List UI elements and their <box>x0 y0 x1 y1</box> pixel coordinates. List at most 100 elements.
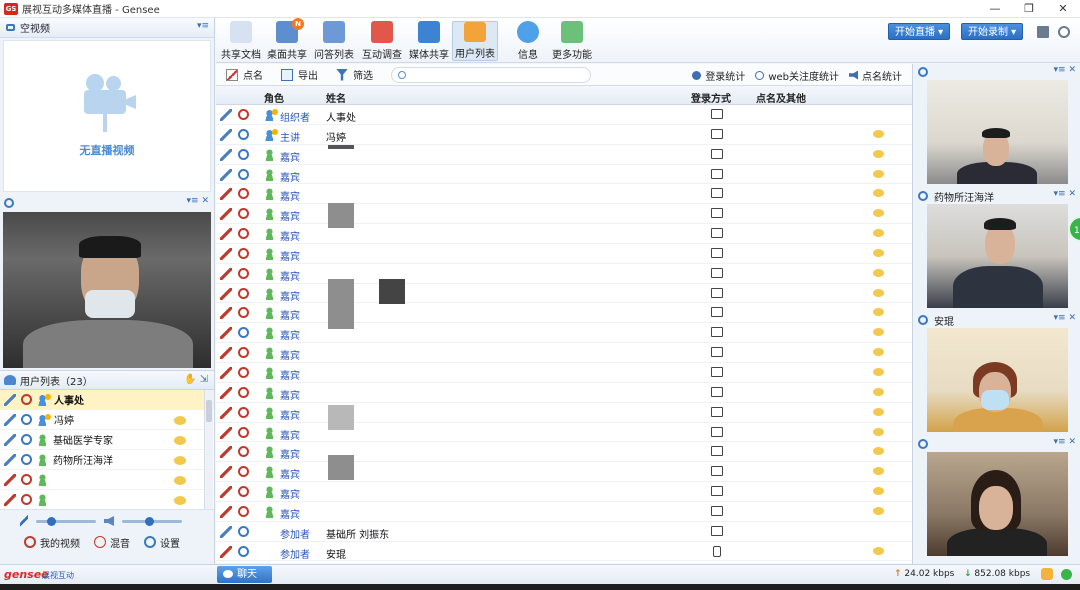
list-item[interactable] <box>0 490 214 509</box>
col-role[interactable]: 角色 <box>264 90 284 105</box>
annotate-pen-icon[interactable] <box>220 247 232 260</box>
export-button[interactable]: 导出 <box>281 67 318 82</box>
chat-bubble-icon[interactable] <box>873 248 884 257</box>
annotate-pen-icon[interactable] <box>220 109 232 121</box>
annotate-pen-icon[interactable] <box>220 466 232 479</box>
table-row[interactable]: 参加者 安琨 <box>216 542 912 562</box>
login-stats-link[interactable]: 登录统计 <box>692 68 745 83</box>
annotate-pen-icon[interactable] <box>220 366 232 379</box>
webcam-icon[interactable] <box>238 228 249 240</box>
toolbar-document-button[interactable]: 共享文档 <box>218 21 264 61</box>
microphone-icon[interactable] <box>20 515 28 527</box>
webcam-icon[interactable] <box>238 406 249 418</box>
webcam-icon[interactable] <box>238 525 249 537</box>
tile-controls-icon[interactable]: ▾≡ ✕ <box>1054 313 1076 323</box>
toolbar-info-button[interactable]: 信息 <box>505 21 551 61</box>
table-row[interactable]: 嘉宾 <box>216 303 912 324</box>
chat-bubble-icon[interactable] <box>873 487 884 496</box>
video-controls-icon[interactable]: ▾≡ ✕ <box>187 196 209 206</box>
table-row[interactable]: 嘉宾 <box>216 244 912 264</box>
mix-button[interactable]: 混音 <box>94 535 130 550</box>
webcam-icon[interactable] <box>21 394 32 405</box>
video-tile-1[interactable] <box>927 80 1068 184</box>
webcam-icon[interactable] <box>238 466 249 478</box>
toolbar-more-button[interactable]: 更多功能 <box>549 21 595 61</box>
annotate-pen-icon[interactable] <box>4 493 16 506</box>
smiley-icon[interactable] <box>1041 568 1053 580</box>
chat-bubble-icon[interactable] <box>873 506 884 515</box>
chat-bubble-icon[interactable] <box>174 436 186 445</box>
panel-menu-icon[interactable]: ▾≡ <box>197 21 209 31</box>
webcam-icon[interactable] <box>238 446 249 458</box>
chat-bubble-icon[interactable] <box>873 387 884 396</box>
list-item[interactable]: 人事处 <box>0 390 214 410</box>
webcam-icon[interactable] <box>21 494 32 505</box>
my-video-button[interactable]: 我的视频 <box>24 535 80 550</box>
col-name[interactable]: 姓名 <box>326 90 346 105</box>
minimize-icon[interactable]: — <box>978 0 1012 18</box>
table-row[interactable]: 嘉宾 <box>216 403 912 423</box>
table-row[interactable]: 嘉宾 <box>216 224 912 244</box>
table-row[interactable]: 嘉宾 <box>216 284 912 304</box>
annotate-pen-icon[interactable] <box>220 228 232 241</box>
webcam-icon[interactable] <box>238 168 249 180</box>
list-item[interactable]: 药物所汪海洋 <box>0 450 214 470</box>
webcam-icon[interactable] <box>238 188 249 200</box>
table-row[interactable]: 嘉宾 <box>216 204 912 225</box>
webcam-icon[interactable] <box>238 347 249 359</box>
chat-bubble-icon[interactable] <box>873 427 884 436</box>
annotate-pen-icon[interactable] <box>220 545 232 558</box>
annotate-pen-icon[interactable] <box>220 505 232 518</box>
web-stats-link[interactable]: web关注度统计 <box>755 68 839 83</box>
chat-bubble-icon[interactable] <box>873 546 884 555</box>
video-tile-4[interactable] <box>927 452 1068 556</box>
chat-bubble-icon[interactable] <box>873 229 884 238</box>
annotate-pen-icon[interactable] <box>4 433 16 446</box>
table-row[interactable]: 嘉宾 <box>216 184 912 205</box>
mic-volume-slider[interactable] <box>36 516 96 526</box>
chat-bubble-icon[interactable] <box>873 447 884 456</box>
toolbar-desktop-share-button[interactable]: N 桌面共享 <box>264 18 310 61</box>
speaker-volume-slider[interactable] <box>122 516 182 526</box>
annotate-pen-icon[interactable] <box>220 188 232 201</box>
webcam-icon[interactable] <box>238 267 249 279</box>
webcam-icon[interactable] <box>238 109 249 120</box>
rollcall-button[interactable]: 点名 <box>226 67 263 82</box>
annotate-pen-icon[interactable] <box>220 426 232 439</box>
chat-bubble-icon[interactable] <box>174 496 186 505</box>
annotate-pen-icon[interactable] <box>220 525 232 538</box>
annotate-pen-icon[interactable] <box>220 347 232 360</box>
annotate-pen-icon[interactable] <box>4 453 16 466</box>
webcam-icon[interactable] <box>21 414 32 425</box>
start-record-button[interactable]: 开始录制 ▾ <box>961 23 1024 40</box>
webcam-icon[interactable] <box>238 545 249 557</box>
webcam-icon[interactable] <box>238 505 249 517</box>
annotate-pen-icon[interactable] <box>220 208 232 221</box>
table-row[interactable]: 嘉宾 <box>216 383 912 403</box>
list-item[interactable]: 冯婷 <box>0 410 214 430</box>
webcam-icon[interactable] <box>238 208 249 220</box>
webcam-icon[interactable] <box>238 386 249 398</box>
col-extra[interactable]: 点名及其他 <box>756 90 806 105</box>
chat-bubble-icon[interactable] <box>174 456 186 465</box>
tile-controls-icon[interactable]: ▾≡ ✕ <box>1054 189 1076 199</box>
webcam-icon[interactable] <box>238 486 249 498</box>
chat-bubble-icon[interactable] <box>873 348 884 357</box>
table-row[interactable]: 嘉宾 <box>216 165 912 185</box>
table-row[interactable]: 嘉宾 <box>216 323 912 344</box>
video-tile-3[interactable] <box>927 328 1068 432</box>
chat-bubble-icon[interactable] <box>873 268 884 277</box>
webcam-icon[interactable] <box>238 128 249 140</box>
annotate-pen-icon[interactable] <box>220 446 232 459</box>
toolbar-media-share-button[interactable]: 媒体共享 <box>406 21 452 61</box>
annotate-pen-icon[interactable] <box>220 307 232 320</box>
rollcall-stats-link[interactable]: 点名统计 <box>849 68 902 83</box>
annotate-pen-icon[interactable] <box>220 486 232 499</box>
annotate-pen-icon[interactable] <box>4 473 16 486</box>
chat-bubble-icon[interactable] <box>873 209 884 218</box>
toolbar-users-button[interactable]: 用户列表 <box>452 21 498 61</box>
webcam-icon[interactable] <box>238 426 249 438</box>
table-row[interactable]: 嘉宾 <box>216 442 912 463</box>
chat-bubble-icon[interactable] <box>873 467 884 476</box>
list-item[interactable]: 基础医学专家 <box>0 430 214 450</box>
